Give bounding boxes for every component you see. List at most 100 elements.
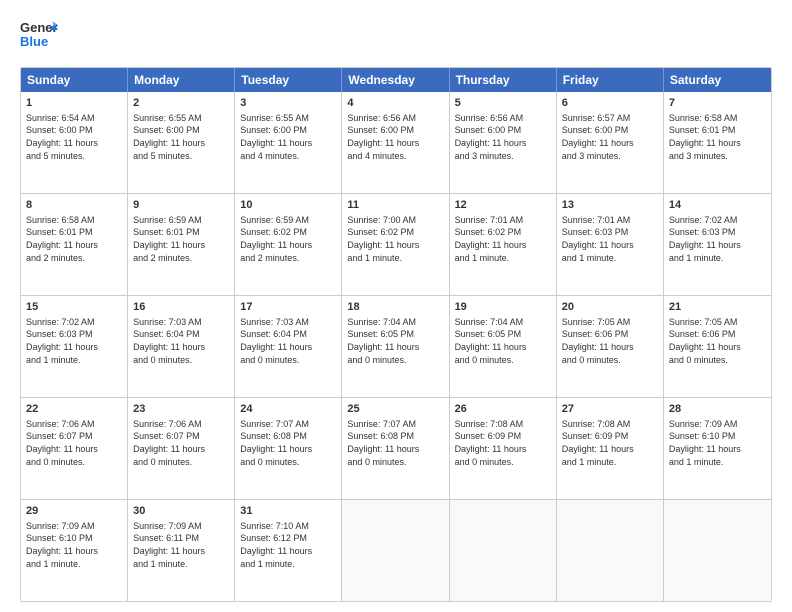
empty-cell [450, 500, 557, 601]
day-info: Sunrise: 7:04 AM Sunset: 6:05 PM Dayligh… [347, 316, 443, 366]
day-number: 21 [669, 300, 766, 315]
day-5: 5Sunrise: 6:56 AM Sunset: 6:00 PM Daylig… [450, 92, 557, 193]
day-info: Sunrise: 7:09 AM Sunset: 6:11 PM Dayligh… [133, 520, 229, 570]
day-22: 22Sunrise: 7:06 AM Sunset: 6:07 PM Dayli… [21, 398, 128, 499]
day-number: 12 [455, 198, 551, 213]
day-info: Sunrise: 7:05 AM Sunset: 6:06 PM Dayligh… [669, 316, 766, 366]
day-info: Sunrise: 7:01 AM Sunset: 6:03 PM Dayligh… [562, 214, 658, 264]
day-1: 1Sunrise: 6:54 AM Sunset: 6:00 PM Daylig… [21, 92, 128, 193]
day-number: 26 [455, 402, 551, 417]
day-11: 11Sunrise: 7:00 AM Sunset: 6:02 PM Dayli… [342, 194, 449, 295]
day-number: 28 [669, 402, 766, 417]
day-info: Sunrise: 7:02 AM Sunset: 6:03 PM Dayligh… [26, 316, 122, 366]
day-info: Sunrise: 7:01 AM Sunset: 6:02 PM Dayligh… [455, 214, 551, 264]
day-number: 16 [133, 300, 229, 315]
calendar-week-3: 15Sunrise: 7:02 AM Sunset: 6:03 PM Dayli… [21, 296, 771, 398]
day-15: 15Sunrise: 7:02 AM Sunset: 6:03 PM Dayli… [21, 296, 128, 397]
day-number: 4 [347, 96, 443, 111]
calendar-body: 1Sunrise: 6:54 AM Sunset: 6:00 PM Daylig… [21, 92, 771, 601]
day-19: 19Sunrise: 7:04 AM Sunset: 6:05 PM Dayli… [450, 296, 557, 397]
logo-icon: General Blue [20, 16, 58, 54]
day-info: Sunrise: 6:56 AM Sunset: 6:00 PM Dayligh… [347, 112, 443, 162]
day-number: 30 [133, 504, 229, 519]
day-number: 19 [455, 300, 551, 315]
day-info: Sunrise: 7:07 AM Sunset: 6:08 PM Dayligh… [240, 418, 336, 468]
day-4: 4Sunrise: 6:56 AM Sunset: 6:00 PM Daylig… [342, 92, 449, 193]
day-number: 20 [562, 300, 658, 315]
calendar-week-4: 22Sunrise: 7:06 AM Sunset: 6:07 PM Dayli… [21, 398, 771, 500]
day-12: 12Sunrise: 7:01 AM Sunset: 6:02 PM Dayli… [450, 194, 557, 295]
day-number: 8 [26, 198, 122, 213]
day-21: 21Sunrise: 7:05 AM Sunset: 6:06 PM Dayli… [664, 296, 771, 397]
day-info: Sunrise: 7:08 AM Sunset: 6:09 PM Dayligh… [455, 418, 551, 468]
day-31: 31Sunrise: 7:10 AM Sunset: 6:12 PM Dayli… [235, 500, 342, 601]
calendar: SundayMondayTuesdayWednesdayThursdayFrid… [20, 67, 772, 602]
day-info: Sunrise: 7:10 AM Sunset: 6:12 PM Dayligh… [240, 520, 336, 570]
day-18: 18Sunrise: 7:04 AM Sunset: 6:05 PM Dayli… [342, 296, 449, 397]
day-info: Sunrise: 7:04 AM Sunset: 6:05 PM Dayligh… [455, 316, 551, 366]
day-info: Sunrise: 7:08 AM Sunset: 6:09 PM Dayligh… [562, 418, 658, 468]
day-info: Sunrise: 6:57 AM Sunset: 6:00 PM Dayligh… [562, 112, 658, 162]
empty-cell [557, 500, 664, 601]
day-number: 7 [669, 96, 766, 111]
day-info: Sunrise: 7:07 AM Sunset: 6:08 PM Dayligh… [347, 418, 443, 468]
day-24: 24Sunrise: 7:07 AM Sunset: 6:08 PM Dayli… [235, 398, 342, 499]
day-number: 18 [347, 300, 443, 315]
day-number: 23 [133, 402, 229, 417]
day-info: Sunrise: 7:05 AM Sunset: 6:06 PM Dayligh… [562, 316, 658, 366]
day-9: 9Sunrise: 6:59 AM Sunset: 6:01 PM Daylig… [128, 194, 235, 295]
header-day-thursday: Thursday [450, 68, 557, 92]
day-3: 3Sunrise: 6:55 AM Sunset: 6:00 PM Daylig… [235, 92, 342, 193]
day-info: Sunrise: 7:00 AM Sunset: 6:02 PM Dayligh… [347, 214, 443, 264]
day-info: Sunrise: 7:03 AM Sunset: 6:04 PM Dayligh… [133, 316, 229, 366]
day-number: 25 [347, 402, 443, 417]
header: General Blue [20, 16, 772, 59]
day-number: 29 [26, 504, 122, 519]
header-day-saturday: Saturday [664, 68, 771, 92]
day-8: 8Sunrise: 6:58 AM Sunset: 6:01 PM Daylig… [21, 194, 128, 295]
day-27: 27Sunrise: 7:08 AM Sunset: 6:09 PM Dayli… [557, 398, 664, 499]
day-number: 3 [240, 96, 336, 111]
header-day-friday: Friday [557, 68, 664, 92]
day-7: 7Sunrise: 6:58 AM Sunset: 6:01 PM Daylig… [664, 92, 771, 193]
day-info: Sunrise: 6:58 AM Sunset: 6:01 PM Dayligh… [26, 214, 122, 264]
day-number: 5 [455, 96, 551, 111]
day-number: 13 [562, 198, 658, 213]
day-16: 16Sunrise: 7:03 AM Sunset: 6:04 PM Dayli… [128, 296, 235, 397]
day-10: 10Sunrise: 6:59 AM Sunset: 6:02 PM Dayli… [235, 194, 342, 295]
day-number: 6 [562, 96, 658, 111]
day-13: 13Sunrise: 7:01 AM Sunset: 6:03 PM Dayli… [557, 194, 664, 295]
day-info: Sunrise: 6:56 AM Sunset: 6:00 PM Dayligh… [455, 112, 551, 162]
header-day-monday: Monday [128, 68, 235, 92]
empty-cell [342, 500, 449, 601]
day-info: Sunrise: 7:06 AM Sunset: 6:07 PM Dayligh… [133, 418, 229, 468]
day-26: 26Sunrise: 7:08 AM Sunset: 6:09 PM Dayli… [450, 398, 557, 499]
day-30: 30Sunrise: 7:09 AM Sunset: 6:11 PM Dayli… [128, 500, 235, 601]
empty-cell [664, 500, 771, 601]
calendar-week-2: 8Sunrise: 6:58 AM Sunset: 6:01 PM Daylig… [21, 194, 771, 296]
day-29: 29Sunrise: 7:09 AM Sunset: 6:10 PM Dayli… [21, 500, 128, 601]
svg-text:Blue: Blue [20, 34, 48, 49]
day-number: 2 [133, 96, 229, 111]
day-info: Sunrise: 6:55 AM Sunset: 6:00 PM Dayligh… [133, 112, 229, 162]
day-25: 25Sunrise: 7:07 AM Sunset: 6:08 PM Dayli… [342, 398, 449, 499]
day-info: Sunrise: 6:54 AM Sunset: 6:00 PM Dayligh… [26, 112, 122, 162]
day-number: 15 [26, 300, 122, 315]
day-number: 11 [347, 198, 443, 213]
page: General Blue SundayMondayTuesdayWednesda… [0, 0, 792, 612]
day-number: 24 [240, 402, 336, 417]
day-info: Sunrise: 6:59 AM Sunset: 6:02 PM Dayligh… [240, 214, 336, 264]
day-14: 14Sunrise: 7:02 AM Sunset: 6:03 PM Dayli… [664, 194, 771, 295]
day-number: 10 [240, 198, 336, 213]
day-17: 17Sunrise: 7:03 AM Sunset: 6:04 PM Dayli… [235, 296, 342, 397]
day-number: 9 [133, 198, 229, 213]
calendar-week-5: 29Sunrise: 7:09 AM Sunset: 6:10 PM Dayli… [21, 500, 771, 601]
header-day-sunday: Sunday [21, 68, 128, 92]
day-info: Sunrise: 7:03 AM Sunset: 6:04 PM Dayligh… [240, 316, 336, 366]
day-23: 23Sunrise: 7:06 AM Sunset: 6:07 PM Dayli… [128, 398, 235, 499]
day-info: Sunrise: 6:58 AM Sunset: 6:01 PM Dayligh… [669, 112, 766, 162]
calendar-week-1: 1Sunrise: 6:54 AM Sunset: 6:00 PM Daylig… [21, 92, 771, 194]
header-day-wednesday: Wednesday [342, 68, 449, 92]
day-number: 17 [240, 300, 336, 315]
logo: General Blue [20, 16, 58, 59]
